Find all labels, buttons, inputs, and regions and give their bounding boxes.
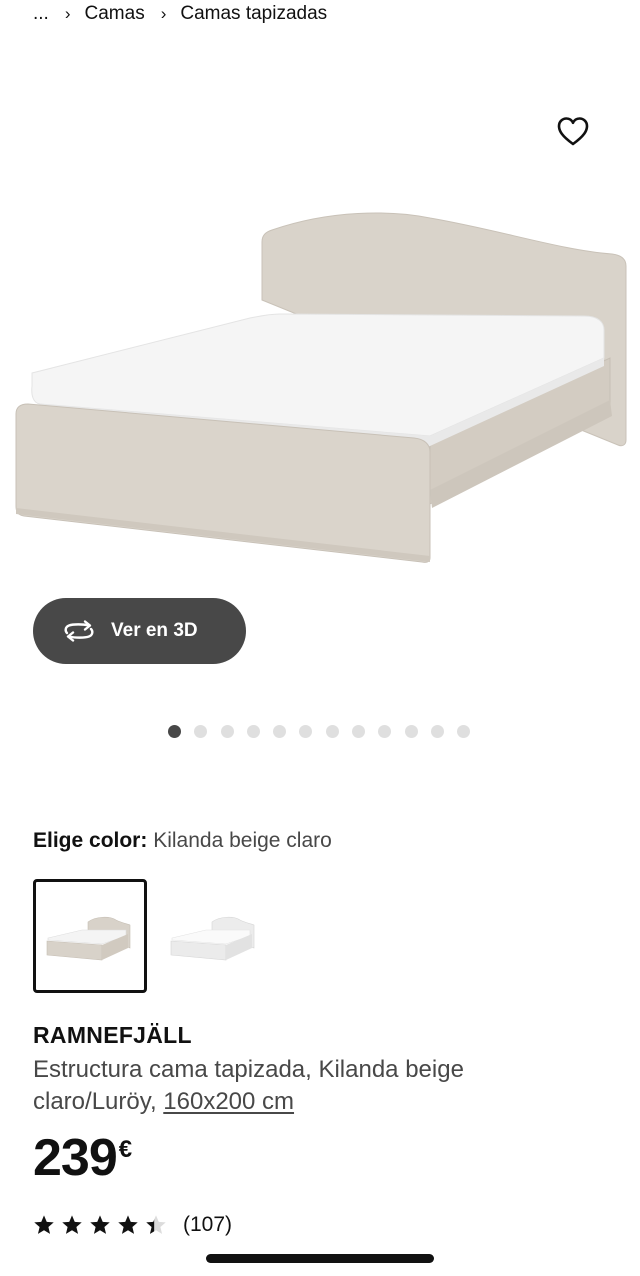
breadcrumb-item-camas[interactable]: Camas <box>85 3 145 25</box>
product-description: Estructura cama tapizada, Kilanda beige … <box>33 1054 593 1118</box>
star-half-icon <box>146 1215 166 1234</box>
carousel-dot[interactable] <box>194 725 208 738</box>
star-icon <box>34 1215 54 1234</box>
color-label: Elige color: <box>33 829 148 852</box>
bed-thumbnail-beige <box>46 916 131 961</box>
chevron-right-icon: › <box>64 4 71 23</box>
home-indicator[interactable] <box>206 1254 434 1263</box>
carousel-dot[interactable] <box>457 725 471 738</box>
breadcrumb: ... › Camas › Camas tapizadas <box>33 2 327 26</box>
carousel-dot[interactable] <box>325 725 339 738</box>
price-currency: € <box>118 1136 133 1163</box>
heart-outline-icon <box>557 117 589 146</box>
carousel-dot[interactable] <box>352 725 366 738</box>
chevron-right-icon: › <box>160 4 167 23</box>
product-image <box>15 212 627 563</box>
price-amount: 239 <box>33 1129 118 1187</box>
star-icon <box>62 1215 82 1234</box>
star-icon <box>118 1215 138 1234</box>
rating-count: (107) <box>183 1213 233 1236</box>
view-3d-button[interactable]: Ver en 3D <box>33 598 246 664</box>
view-3d-label: Ver en 3D <box>111 620 198 641</box>
color-selector-label: Elige color: Kilanda beige claro <box>33 829 332 853</box>
product-price: 239 € <box>33 1130 132 1186</box>
bed-thumbnail-white <box>170 916 255 961</box>
product-size-link[interactable]: 160x200 cm <box>163 1088 294 1115</box>
color-swatch-white[interactable] <box>157 879 271 993</box>
product-rating[interactable]: (107) <box>33 1213 232 1237</box>
carousel-indicator <box>168 725 471 738</box>
carousel-dot[interactable] <box>299 725 313 738</box>
wishlist-button[interactable] <box>556 115 590 149</box>
rotate-arrows-icon <box>64 620 94 642</box>
rating-stars <box>33 1214 167 1236</box>
carousel-dot[interactable] <box>220 725 234 738</box>
star-icon <box>90 1215 110 1234</box>
carousel-dot[interactable] <box>404 725 418 738</box>
carousel-dot[interactable] <box>273 725 287 738</box>
carousel-dot[interactable] <box>378 725 392 738</box>
product-name: RAMNEFJÄLL <box>33 1022 192 1048</box>
color-value: Kilanda beige claro <box>153 829 332 852</box>
carousel-dot[interactable] <box>430 725 444 738</box>
color-swatch-beige[interactable] <box>33 879 147 993</box>
breadcrumb-ellipsis[interactable]: ... <box>33 3 49 25</box>
carousel-dot[interactable] <box>168 725 181 738</box>
breadcrumb-item-camas-tapizadas[interactable]: Camas tapizadas <box>180 3 327 25</box>
carousel-dot[interactable] <box>246 725 260 738</box>
